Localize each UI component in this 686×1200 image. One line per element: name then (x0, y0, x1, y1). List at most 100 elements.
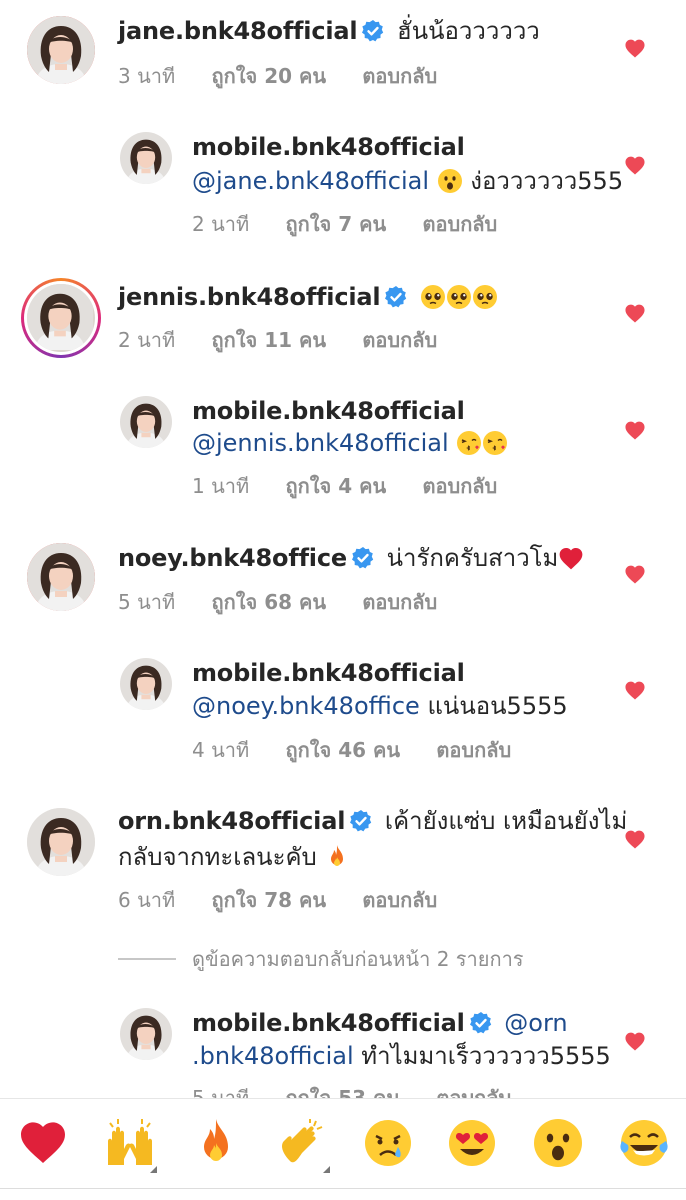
likes-count-link[interactable]: ถูกใจ 20 คน (212, 64, 327, 88)
avatar[interactable] (27, 16, 95, 84)
like-heart-icon[interactable] (624, 564, 646, 584)
skin-tone-indicator (150, 1166, 157, 1173)
avatar-image (27, 543, 95, 611)
kissing-face-icon (482, 430, 508, 456)
like-heart-icon[interactable] (624, 829, 646, 849)
fire-icon (324, 844, 350, 870)
verified-badge-icon (349, 809, 373, 833)
comment-time: 3 นาที (118, 64, 176, 88)
surprised-face-icon[interactable] (532, 1117, 584, 1169)
reply-button[interactable]: ตอบกลับ (423, 474, 498, 498)
likes-count-link[interactable]: ถูกใจ 11 คน (212, 328, 327, 352)
comment-time: 4 นาที (192, 738, 250, 762)
reply-button[interactable]: ตอบกลับ (423, 212, 498, 236)
avatar[interactable] (120, 1008, 172, 1060)
avatar-image (120, 132, 172, 184)
comment-meta: 3 นาที ถูกใจ 20 คน ตอบกลับ (118, 60, 467, 92)
comment-time: 5 นาที (118, 590, 176, 614)
avatar-image (120, 1008, 172, 1060)
comment-username[interactable]: mobile.bnk48official (192, 397, 465, 425)
avatar[interactable] (27, 808, 95, 876)
mention-link[interactable]: @noey.bnk48office (192, 692, 420, 720)
reply-button[interactable]: ตอบกลับ (436, 738, 511, 762)
divider (0, 1188, 686, 1189)
comment-time: 2 นาที (192, 212, 250, 236)
raising-hands-icon[interactable] (104, 1117, 156, 1169)
avatar-image (27, 284, 93, 350)
verified-badge-icon (351, 546, 375, 570)
kissing-face-icon (456, 430, 482, 456)
avatar-image (120, 396, 172, 448)
surprised-face-icon (437, 168, 463, 194)
reply-button[interactable]: ตอบกลับ (362, 328, 437, 352)
comment-username[interactable]: jane.bnk48official (118, 17, 358, 45)
like-heart-icon[interactable] (624, 303, 646, 323)
like-heart-icon[interactable] (624, 1031, 646, 1051)
comment-meta: 1 นาที ถูกใจ 4 คน ตอบกลับ (192, 470, 527, 502)
red-heart-icon[interactable] (17, 1117, 69, 1169)
mention-link[interactable]: @jennis.bnk48official (192, 429, 449, 457)
avatar[interactable] (120, 658, 172, 710)
crying-face-icon[interactable] (362, 1117, 414, 1169)
comment-text: แน่นอน5555 (427, 692, 568, 720)
comment-text: เค้ายังแซ่บ เหมือนยังไม่ (384, 807, 628, 835)
comment-meta: 2 นาที ถูกใจ 7 คน ตอบกลับ (192, 208, 527, 240)
avatar[interactable] (120, 396, 172, 448)
heart-eyes-icon[interactable] (446, 1117, 498, 1169)
verified-badge-icon (469, 1011, 493, 1035)
comment-text-continued: กลับจากทะเลนะคับ (118, 843, 317, 871)
fire-icon[interactable] (190, 1117, 242, 1169)
divider (118, 958, 176, 960)
avatar (27, 284, 95, 352)
verified-badge-icon (384, 285, 408, 309)
comment-text: ฮั่นน้อวววววว (397, 17, 540, 45)
likes-count-link[interactable]: ถูกใจ 7 คน (286, 212, 387, 236)
comment-username[interactable]: noey.bnk48office (118, 544, 347, 572)
comment-text: ทำไมมาเร็วววววว5555 (361, 1042, 611, 1070)
tears-of-joy-icon[interactable] (618, 1117, 670, 1169)
comment-username[interactable]: orn.bnk48official (118, 807, 345, 835)
skin-tone-indicator (323, 1166, 330, 1173)
comment-username[interactable]: mobile.bnk48official (192, 659, 465, 687)
clapping-hands-icon[interactable] (276, 1117, 328, 1169)
comment-username[interactable]: mobile.bnk48official (192, 133, 465, 161)
view-previous-replies-label: ดูข้อความตอบกลับก่อนหน้า 2 รายการ (192, 947, 524, 971)
avatar-image (27, 808, 95, 876)
avatar-image (120, 658, 172, 710)
reply-button[interactable]: ตอบกลับ (362, 888, 437, 912)
mention-link[interactable]: @orn (504, 1009, 567, 1037)
avatar-story-ring[interactable] (21, 278, 101, 358)
like-heart-icon[interactable] (624, 680, 646, 700)
like-heart-icon[interactable] (624, 420, 646, 440)
comment-meta: 2 นาที ถูกใจ 11 คน ตอบกลับ (118, 324, 467, 356)
reply-button[interactable]: ตอบกลับ (362, 590, 437, 614)
mention-link-continued[interactable]: .bnk48official (192, 1042, 354, 1070)
likes-count-link[interactable]: ถูกใจ 78 คน (212, 888, 327, 912)
pleading-face-icon (420, 284, 446, 310)
pleading-face-icon (446, 284, 472, 310)
view-previous-replies-button[interactable]: ดูข้อความตอบกลับก่อนหน้า 2 รายการ (118, 944, 524, 974)
mention-link[interactable]: @jane.bnk48official (192, 167, 429, 195)
likes-count-link[interactable]: ถูกใจ 4 คน (286, 474, 387, 498)
comment-time: 2 นาที (118, 328, 176, 352)
comment-text: ง่อวววววว555 (470, 167, 624, 195)
likes-count-link[interactable]: ถูกใจ 46 คน (286, 738, 401, 762)
pleading-face-icon (472, 284, 498, 310)
comment-meta: 4 นาที ถูกใจ 46 คน ตอบกลับ (192, 734, 541, 766)
comment-meta: 5 นาที ถูกใจ 68 คน ตอบกลับ (118, 586, 467, 618)
comment-time: 1 นาที (192, 474, 250, 498)
like-heart-icon[interactable] (624, 38, 646, 58)
comment-time: 6 นาที (118, 888, 176, 912)
avatar[interactable] (120, 132, 172, 184)
comment-meta: 6 นาที ถูกใจ 78 คน ตอบกลับ (118, 884, 467, 916)
comment-text: น่ารักครับสาวโม (386, 544, 559, 572)
avatar[interactable] (27, 543, 95, 611)
reply-button[interactable]: ตอบกลับ (362, 64, 437, 88)
comment-username[interactable]: jennis.bnk48official (118, 283, 381, 311)
likes-count-link[interactable]: ถูกใจ 68 คน (212, 590, 327, 614)
avatar-image (27, 16, 95, 84)
red-heart-icon (558, 545, 584, 571)
comment-username[interactable]: mobile.bnk48official (192, 1009, 465, 1037)
verified-badge-icon (361, 19, 385, 43)
like-heart-icon[interactable] (624, 155, 646, 175)
